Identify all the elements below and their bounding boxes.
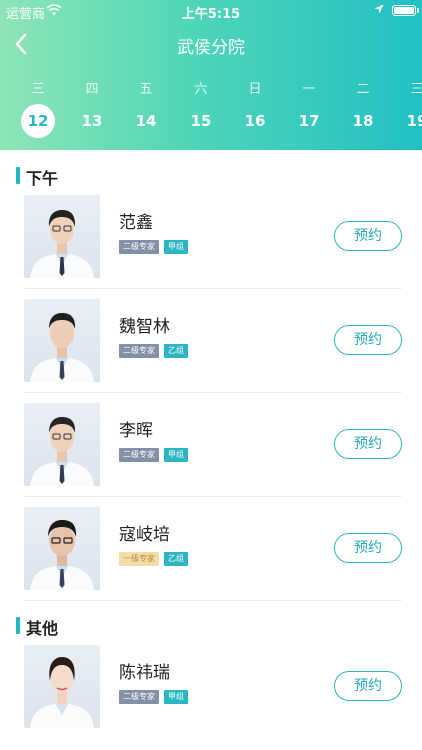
doctor-photo <box>24 507 100 590</box>
section-header-other: 其他 <box>0 614 422 638</box>
doctor-photo <box>24 299 100 382</box>
doctor-tags: 二级专家 甲组 <box>119 448 193 462</box>
weekday-label: 五 <box>139 82 153 97</box>
row-divider <box>24 496 402 497</box>
section-accent-bar <box>16 167 20 184</box>
section-label: 其他 <box>26 619 59 638</box>
date-item[interactable]: 13 <box>75 104 109 138</box>
date-item-selected[interactable]: 12 <box>21 104 55 138</box>
doctor-tags: 二级专家 甲组 <box>119 240 193 254</box>
date-item[interactable]: 15 <box>184 104 218 138</box>
section-header-afternoon: 下午 <box>0 164 422 188</box>
weekday-label: 日 <box>248 82 262 97</box>
doctor-photo <box>24 645 100 728</box>
group-badge: 乙组 <box>164 344 188 358</box>
doctor-row[interactable]: 范鑫 二级专家 甲组 预约 <box>0 195 422 299</box>
doctor-photo <box>24 195 100 278</box>
book-button[interactable]: 预约 <box>334 325 402 355</box>
page-title: 武侯分院 <box>177 38 245 58</box>
doctor-tags: 二级专家 甲组 <box>119 690 193 704</box>
doctor-name: 李晖 <box>119 421 153 441</box>
doctor-photo <box>24 403 100 486</box>
clock: 上午5:15 <box>181 7 241 22</box>
section-label: 下午 <box>26 169 59 188</box>
row-divider <box>24 288 402 289</box>
doctor-tags: 二级专家 乙组 <box>119 344 193 358</box>
date-item[interactable]: 16 <box>238 104 272 138</box>
group-badge: 甲组 <box>164 448 188 462</box>
nav-bar: 武侯分院 <box>0 22 422 66</box>
grade-badge: 二级专家 <box>119 690 159 704</box>
doctor-row[interactable]: 寇岐培 一级专家 乙组 预约 <box>0 507 422 611</box>
doctor-tags: 一级专家 乙组 <box>119 552 193 566</box>
battery-icon <box>392 5 419 16</box>
weekday-label: 二 <box>356 82 370 97</box>
grade-badge: 二级专家 <box>119 240 159 254</box>
status-bar: 运营商 上午5:15 <box>0 0 422 22</box>
weekday-label: 六 <box>194 82 208 97</box>
book-button[interactable]: 预约 <box>334 221 402 251</box>
weekday-label: 一 <box>302 82 316 97</box>
weekday-label: 三 <box>31 82 45 97</box>
doctor-row[interactable]: 魏智林 二级专家 乙组 预约 <box>0 299 422 403</box>
doctor-name: 范鑫 <box>119 213 153 233</box>
row-divider <box>24 392 402 393</box>
date-item[interactable]: 18 <box>346 104 380 138</box>
doctor-row[interactable]: 陈祎瑞 二级专家 甲组 预约 <box>0 645 422 749</box>
weekday-label: 三 <box>410 82 422 97</box>
date-item[interactable]: 19 <box>400 104 422 138</box>
grade-badge: 二级专家 <box>119 344 159 358</box>
doctor-name: 魏智林 <box>119 317 170 337</box>
group-badge: 甲组 <box>164 240 188 254</box>
date-item[interactable]: 17 <box>292 104 326 138</box>
location-arrow-icon <box>374 4 384 14</box>
date-row: 12 13 14 15 16 17 18 19 <box>0 104 422 138</box>
book-button[interactable]: 预约 <box>334 429 402 459</box>
book-button[interactable]: 预约 <box>334 671 402 701</box>
grade-badge: 二级专家 <box>119 448 159 462</box>
weekday-row: 三 四 五 六 日 一 二 三 <box>0 78 422 98</box>
weekday-label: 四 <box>85 82 99 97</box>
doctor-name: 寇岐培 <box>119 525 170 545</box>
doctor-row[interactable]: 李晖 二级专家 甲组 预约 <box>0 403 422 507</box>
row-divider <box>24 600 402 601</box>
section-accent-bar <box>16 617 20 634</box>
grade-badge: 一级专家 <box>119 552 159 566</box>
book-button[interactable]: 预约 <box>334 533 402 563</box>
header: 运营商 上午5:15 武侯分院 三 四 五 六 日 一 二 三 12 13 14… <box>0 0 422 150</box>
group-badge: 乙组 <box>164 552 188 566</box>
group-badge: 甲组 <box>164 690 188 704</box>
date-item[interactable]: 14 <box>129 104 163 138</box>
doctor-name: 陈祎瑞 <box>119 663 170 683</box>
